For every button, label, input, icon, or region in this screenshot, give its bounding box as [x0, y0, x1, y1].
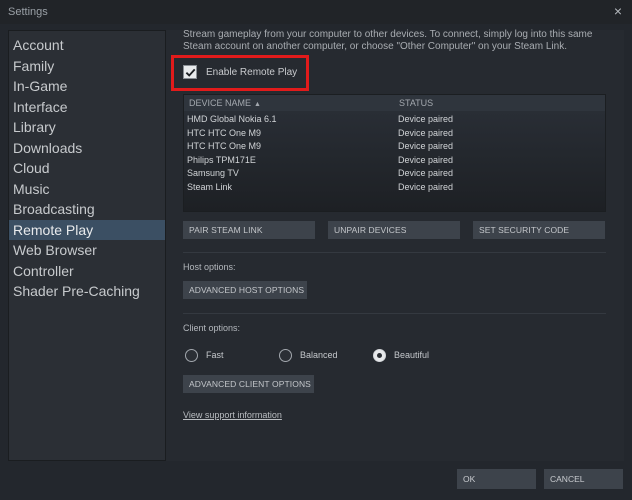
table-row[interactable]: HTC HTC One M9 Device paired — [184, 127, 605, 141]
sort-ascending-icon: ▲ — [254, 101, 261, 108]
column-status[interactable]: STATUS — [399, 98, 433, 108]
sidebar-item-music[interactable]: Music — [9, 179, 165, 200]
quality-balanced-radio[interactable]: Balanced — [279, 348, 338, 362]
sidebar-item-web-browser[interactable]: Web Browser — [9, 240, 165, 261]
window-title: Settings — [8, 6, 48, 18]
table-row[interactable]: Steam Link Device paired — [184, 181, 605, 195]
advanced-client-options-button[interactable]: ADVANCED CLIENT OPTIONS — [183, 375, 314, 393]
checkmark-icon — [185, 68, 195, 77]
remote-play-description: Stream gameplay from your computer to ot… — [183, 29, 593, 52]
sidebar-item-account[interactable]: Account — [9, 35, 165, 56]
radio-label: Fast — [206, 350, 224, 360]
enable-remote-play-checkbox[interactable] — [183, 65, 197, 79]
sidebar-item-cloud[interactable]: Cloud — [9, 158, 165, 179]
device-status: Device paired — [398, 127, 454, 138]
quality-beautiful-radio[interactable]: Beautiful — [373, 348, 429, 362]
divider — [183, 313, 606, 314]
device-table-header: DEVICE NAME ▲ STATUS — [184, 95, 605, 111]
view-support-information-link[interactable]: View support information — [183, 410, 282, 420]
quality-fast-radio[interactable]: Fast — [185, 348, 224, 362]
device-status: Device paired — [398, 154, 454, 165]
radio-label: Balanced — [300, 350, 338, 360]
device-name: Samsung TV — [187, 168, 239, 179]
device-status: Device paired — [398, 114, 454, 124]
sidebar-item-remote-play[interactable]: Remote Play — [9, 219, 165, 240]
advanced-host-options-button[interactable]: ADVANCED HOST OPTIONS — [183, 281, 307, 299]
device-table: DEVICE NAME ▲ STATUS HMD Global Nokia 6.1… — [183, 94, 606, 212]
client-options-label: Client options: — [183, 323, 241, 333]
device-name: Steam Link — [187, 182, 233, 192]
device-name: HMD Global Nokia 6.1 — [187, 114, 277, 124]
enable-remote-play-label: Enable Remote Play — [206, 66, 298, 78]
sidebar-item-family[interactable]: Family — [9, 56, 165, 77]
device-status: Device paired — [398, 141, 454, 152]
device-status: Device paired — [398, 182, 454, 192]
sidebar-item-downloads[interactable]: Downloads — [9, 138, 165, 159]
host-options-label: Host options: — [183, 262, 236, 272]
sidebar-item-broadcasting[interactable]: Broadcasting — [9, 199, 165, 220]
column-device-name-label: DEVICE NAME — [189, 98, 252, 108]
unpair-devices-button[interactable]: UNPAIR DEVICES — [328, 221, 460, 239]
sidebar-item-controller[interactable]: Controller — [9, 261, 165, 282]
table-row[interactable]: HTC HTC One M9 Device paired — [184, 140, 605, 154]
set-security-code-button[interactable]: SET SECURITY CODE — [473, 221, 605, 239]
radio-button[interactable] — [279, 348, 292, 362]
sidebar-item-interface[interactable]: Interface — [9, 97, 165, 118]
sidebar-item-library[interactable]: Library — [9, 117, 165, 138]
title-bar: Settings × — [0, 0, 632, 24]
device-name: Philips TPM171E — [187, 154, 256, 165]
device-status: Device paired — [398, 168, 454, 179]
enable-remote-play-toggle[interactable]: Enable Remote Play — [183, 64, 297, 80]
sidebar-item-shader-pre-caching[interactable]: Shader Pre-Caching — [9, 281, 165, 302]
radio-label: Beautiful — [394, 350, 430, 360]
cancel-button[interactable]: CANCEL — [544, 469, 623, 489]
radio-button[interactable] — [185, 348, 198, 362]
divider — [183, 252, 606, 253]
radio-button-selected[interactable] — [373, 348, 386, 362]
device-name: HTC HTC One M9 — [187, 141, 262, 152]
close-icon[interactable]: × — [614, 4, 622, 18]
radio-dot-icon — [377, 352, 382, 358]
table-row[interactable]: HMD Global Nokia 6.1 Device paired — [184, 113, 605, 127]
device-name: HTC HTC One M9 — [187, 127, 262, 138]
table-row[interactable]: Samsung TV Device paired — [184, 167, 605, 181]
settings-sidebar: Account Family In-Game Interface Library… — [8, 30, 166, 461]
pair-steam-link-button[interactable]: PAIR STEAM LINK — [183, 221, 315, 239]
ok-button[interactable]: OK — [457, 469, 536, 489]
sidebar-item-in-game[interactable]: In-Game — [9, 76, 165, 97]
column-device-name[interactable]: DEVICE NAME ▲ — [189, 98, 261, 108]
table-row[interactable]: Philips TPM171E Device paired — [184, 154, 605, 168]
